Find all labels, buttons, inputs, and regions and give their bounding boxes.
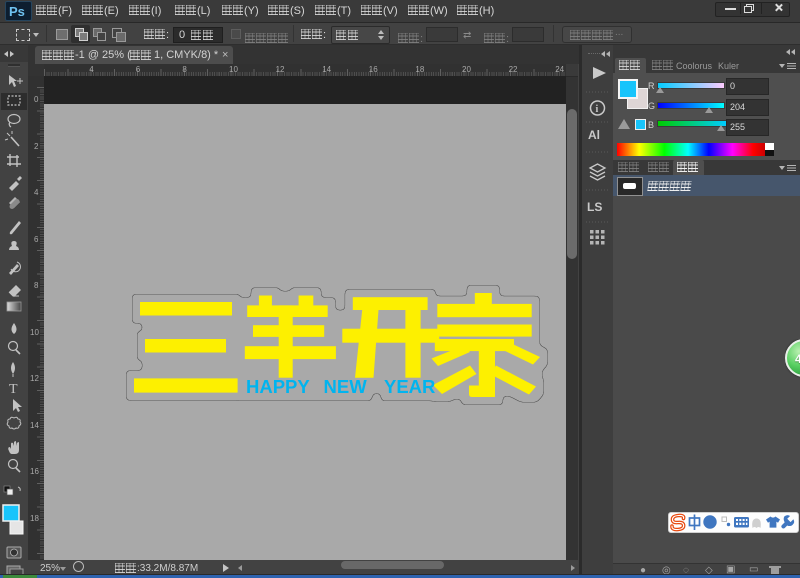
svg-text:HAPPY: HAPPY xyxy=(246,376,310,397)
svg-text:LS: LS xyxy=(587,200,602,214)
svg-text:YEAR: YEAR xyxy=(384,376,435,397)
svg-text:i: i xyxy=(596,104,599,115)
svg-text:T: T xyxy=(9,382,18,397)
svg-text:NEW: NEW xyxy=(324,376,368,397)
svg-text:Al: Al xyxy=(588,128,600,142)
